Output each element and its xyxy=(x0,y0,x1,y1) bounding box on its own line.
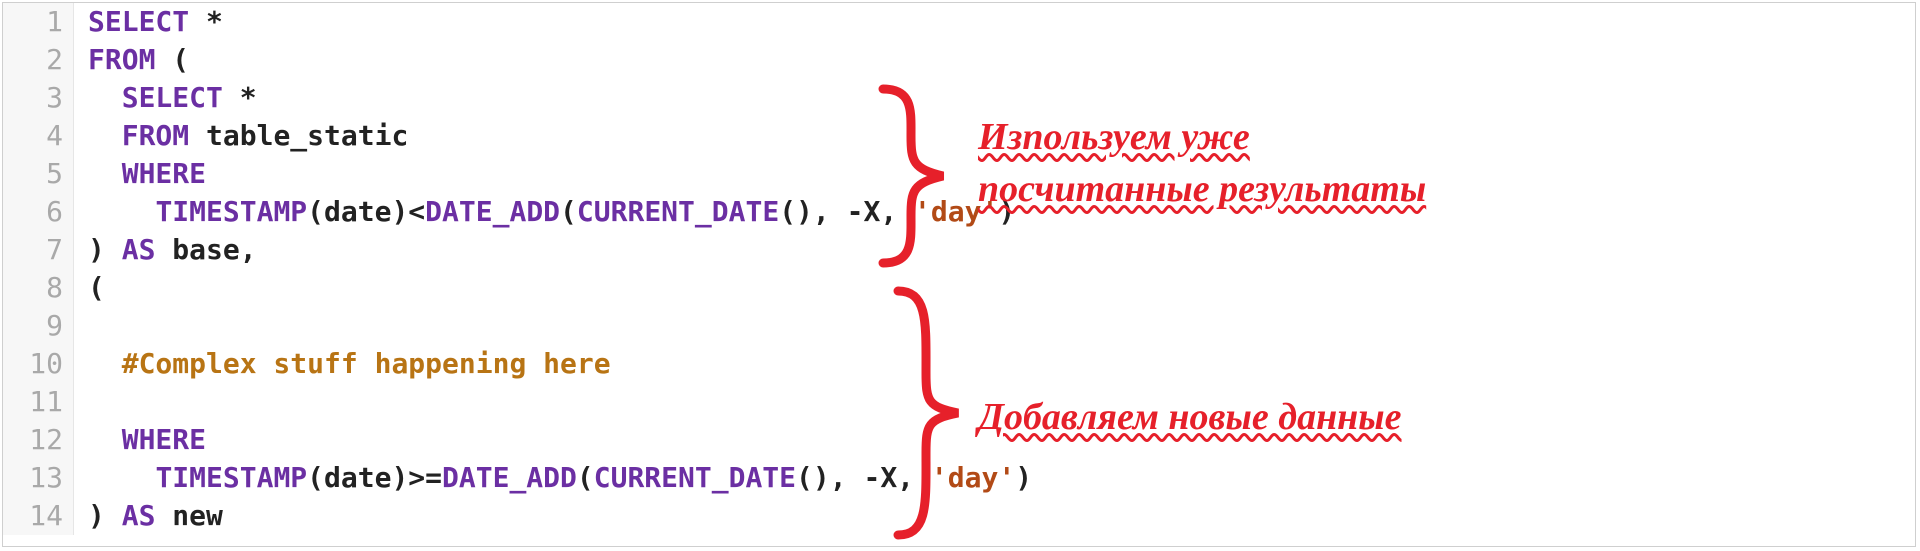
code-line: 9 xyxy=(3,307,1915,345)
code-text: ) AS base, xyxy=(74,231,1916,269)
code-line: 14 ) AS new xyxy=(3,497,1915,535)
code-line: 6 TIMESTAMP(date)<DATE_ADD(CURRENT_DATE(… xyxy=(3,193,1915,231)
line-number: 8 xyxy=(3,269,74,307)
annotation-bottom: Добавляем новые данные xyxy=(978,391,1402,443)
code-text: #Complex stuff happening here xyxy=(74,345,1916,383)
line-number: 10 xyxy=(3,345,74,383)
line-number: 13 xyxy=(3,459,74,497)
line-number: 6 xyxy=(3,193,74,231)
code-text: ) AS new xyxy=(74,497,1916,535)
line-number: 14 xyxy=(3,497,74,535)
code-line: 1 SELECT * xyxy=(3,3,1915,41)
code-line: 13 TIMESTAMP(date)>=DATE_ADD(CURRENT_DAT… xyxy=(3,459,1915,497)
code-line: 5 WHERE xyxy=(3,155,1915,193)
code-text: FROM ( xyxy=(74,41,1916,79)
code-text: TIMESTAMP(date)>=DATE_ADD(CURRENT_DATE()… xyxy=(74,459,1916,497)
code-text xyxy=(74,307,1916,345)
line-number: 12 xyxy=(3,421,74,459)
line-number: 11 xyxy=(3,383,74,421)
annotation-top: Изпользуем уже посчитанные результаты xyxy=(978,111,1426,215)
code-line: 2 FROM ( xyxy=(3,41,1915,79)
code-line: 8 ( xyxy=(3,269,1915,307)
code-block: 1 SELECT * 2 FROM ( 3 SELECT * 4 FROM ta… xyxy=(3,3,1915,535)
annotation-text: Добавляем новые данные xyxy=(978,396,1402,438)
line-number: 4 xyxy=(3,117,74,155)
code-line: 7 ) AS base, xyxy=(3,231,1915,269)
code-editor: 1 SELECT * 2 FROM ( 3 SELECT * 4 FROM ta… xyxy=(2,2,1916,547)
code-line: 4 FROM table_static xyxy=(3,117,1915,155)
annotation-text: посчитанные результаты xyxy=(978,168,1426,210)
code-line: 12 WHERE xyxy=(3,421,1915,459)
line-number: 2 xyxy=(3,41,74,79)
line-number: 7 xyxy=(3,231,74,269)
code-line: 3 SELECT * xyxy=(3,79,1915,117)
line-number: 5 xyxy=(3,155,74,193)
annotation-text: Изпользуем уже xyxy=(978,116,1250,158)
code-text: SELECT * xyxy=(74,3,1916,41)
code-line: 11 xyxy=(3,383,1915,421)
code-text: ( xyxy=(74,269,1916,307)
line-number: 9 xyxy=(3,307,74,345)
line-number: 1 xyxy=(3,3,74,41)
code-line: 10 #Complex stuff happening here xyxy=(3,345,1915,383)
line-number: 3 xyxy=(3,79,74,117)
